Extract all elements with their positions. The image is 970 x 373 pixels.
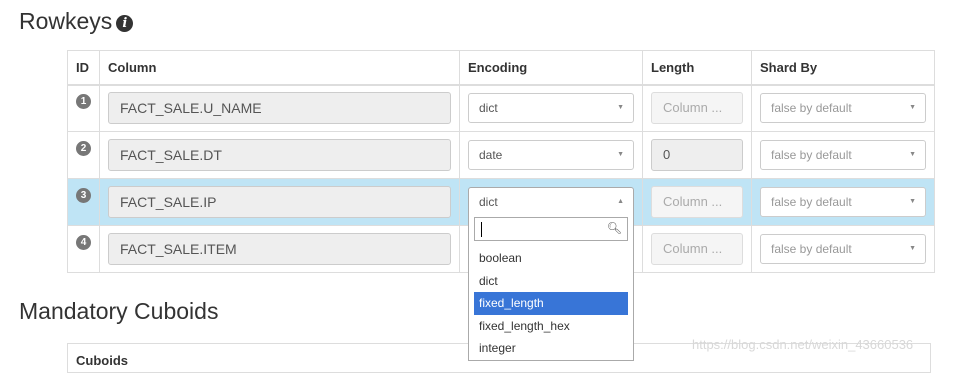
chevron-down-icon: ▼ [617, 104, 624, 112]
mandatory-cuboids-title: Mandatory Cuboids [19, 298, 219, 324]
table-row: 1 FACT_SALE.U_NAME dict ▼ Column ... fals… [67, 84, 935, 132]
encoding-value: date [479, 148, 503, 162]
shard-by-select[interactable]: false by default ▼ [760, 93, 926, 124]
info-circle-icon[interactable]: i [116, 15, 134, 32]
column-field: FACT_SALE.U_NAME [108, 92, 451, 125]
encoding-value: dict [479, 195, 498, 209]
shard-by-value: false by default [771, 242, 852, 256]
shard-by-select[interactable]: false by default ▼ [760, 234, 926, 264]
length-input[interactable]: 0 [651, 139, 743, 171]
rowkeys-title: Rowkeys i [19, 8, 134, 35]
chevron-up-icon: ▲ [617, 198, 624, 205]
encoding-select[interactable]: dict ▼ [468, 93, 634, 124]
text-caret [481, 222, 482, 237]
shard-by-value: false by default [771, 195, 852, 209]
dropdown-option-integer[interactable]: integer [469, 337, 633, 360]
header-shard-by: Shard By [751, 50, 935, 86]
encoding-select[interactable]: date ▼ [468, 140, 634, 170]
row-id-badge: 2 [76, 140, 91, 156]
row-id-badge: 4 [76, 234, 91, 250]
encoding-dropdown-menu: 🔍︎ boolean dict fixed_length fixed_lengt… [468, 213, 634, 361]
chevron-down-icon: ▼ [617, 151, 624, 158]
length-input[interactable]: Column ... [651, 186, 743, 218]
chevron-down-icon: ▼ [909, 245, 916, 252]
chevron-down-icon: ▼ [909, 198, 916, 205]
shard-by-value: false by default [771, 148, 852, 162]
row-id-badge: 3 [76, 187, 91, 203]
dropdown-option-boolean[interactable]: boolean [469, 247, 633, 270]
header-length: Length [642, 50, 752, 86]
shard-by-value: false by default [771, 101, 852, 116]
search-icon: 🔍︎ [606, 221, 622, 235]
encoding-value: dict [479, 101, 498, 116]
chevron-down-icon: ▼ [909, 104, 916, 112]
shard-by-select[interactable]: false by default ▼ [760, 140, 926, 170]
shard-by-select[interactable]: false by default ▼ [760, 187, 926, 217]
header-encoding: Encoding [459, 50, 643, 86]
dropdown-option-dict[interactable]: dict [469, 270, 633, 293]
header-column: Column [99, 50, 460, 86]
row-id-badge: 1 [76, 93, 91, 109]
watermark: https://blog.csdn.net/weixin_43660536 [692, 337, 914, 352]
column-field: FACT_SALE.IP [108, 186, 451, 218]
length-input[interactable]: Column ... [651, 92, 743, 125]
dropdown-option-fixed-length[interactable]: fixed_length [474, 292, 628, 315]
rowkeys-title-text: Rowkeys [19, 8, 113, 34]
column-field: FACT_SALE.DT [108, 139, 451, 171]
cuboids-header: Cuboids [76, 353, 128, 368]
header-id: ID [67, 50, 100, 86]
dropdown-option-fixed-length-hex[interactable]: fixed_length_hex [469, 315, 633, 338]
dropdown-search-input[interactable]: 🔍︎ [474, 217, 628, 241]
chevron-down-icon: ▼ [909, 151, 916, 158]
length-input[interactable]: Column ... [651, 233, 743, 265]
rowkeys-header-row: ID Column Encoding Length Shard By [67, 50, 935, 86]
table-row: 2 FACT_SALE.DT date ▼ 0 false by default ▼ [67, 131, 935, 179]
column-field: FACT_SALE.ITEM [108, 233, 451, 265]
